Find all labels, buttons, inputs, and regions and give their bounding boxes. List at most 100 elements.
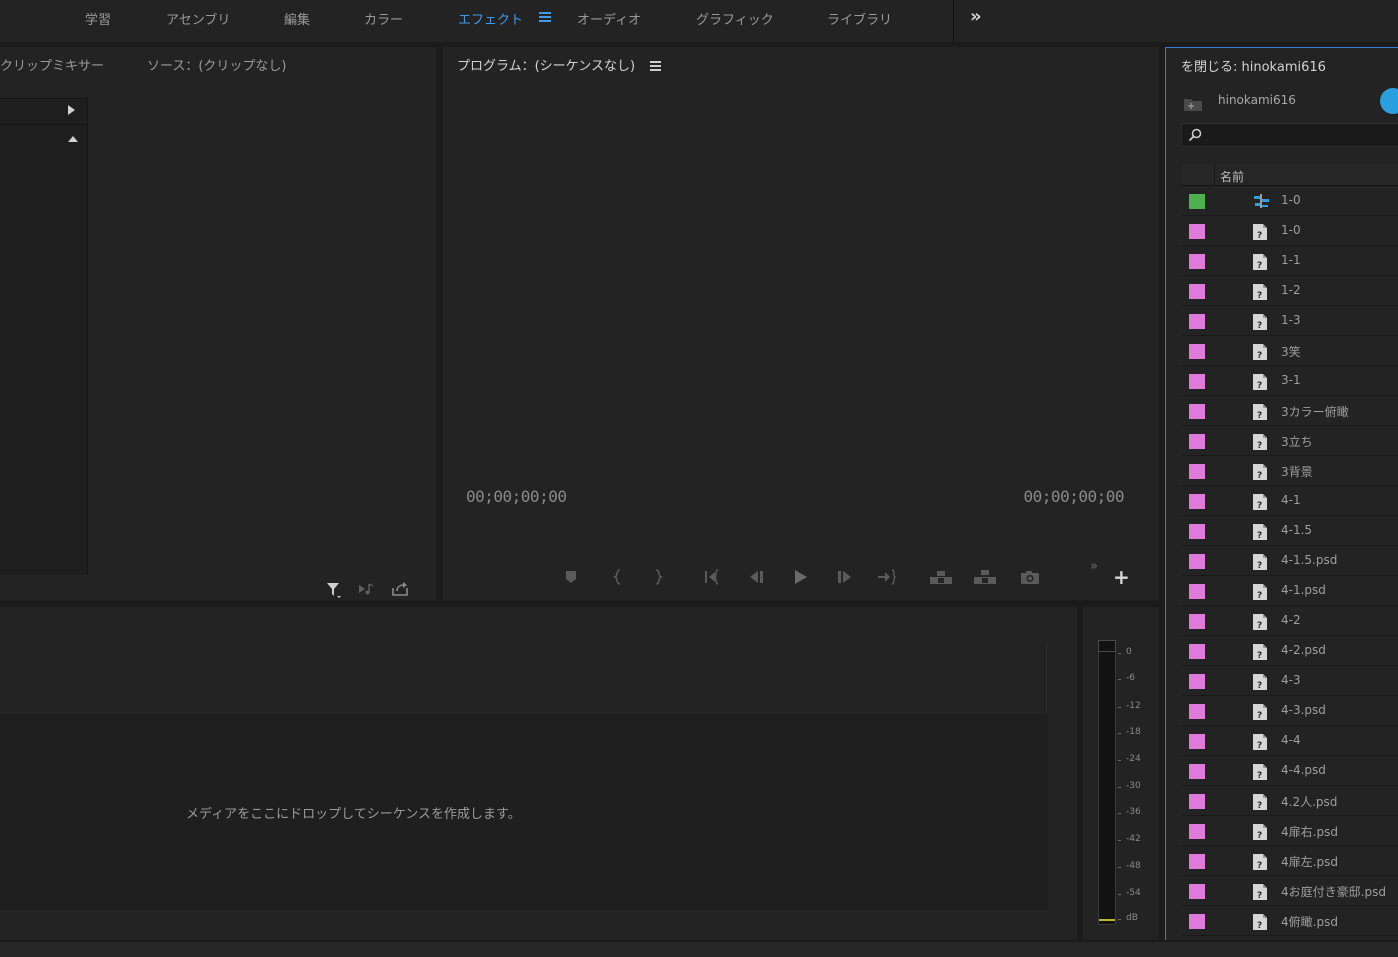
label-color-swatch[interactable]: [1189, 704, 1205, 719]
project-status-badge[interactable]: [1380, 88, 1398, 114]
svg-text:?: ?: [1257, 711, 1262, 721]
extract-icon[interactable]: [973, 568, 997, 586]
timeline-drop-area[interactable]: [0, 714, 1048, 910]
project-list-item[interactable]: ? 4-1.5.psd: [1181, 546, 1398, 576]
tab-project[interactable]: を閉じる: hinokami616: [1181, 56, 1326, 75]
workspace-tab-assembly[interactable]: アセンブリ: [166, 9, 230, 28]
project-search-input[interactable]: [1181, 123, 1398, 147]
collapse-up-icon[interactable]: [68, 136, 78, 142]
label-color-swatch[interactable]: [1189, 494, 1205, 509]
label-color-swatch[interactable]: [1189, 464, 1205, 479]
svg-text:?: ?: [1257, 741, 1262, 751]
label-color-swatch[interactable]: [1189, 554, 1205, 569]
label-color-swatch[interactable]: [1189, 914, 1205, 929]
project-item-name: 1-3: [1281, 313, 1301, 327]
label-color-swatch[interactable]: [1189, 614, 1205, 629]
playhead-timecode[interactable]: 00;00;00;00: [466, 487, 567, 506]
workspace-tab-libraries[interactable]: ライブラリ: [827, 9, 892, 28]
label-color-swatch[interactable]: [1189, 254, 1205, 269]
button-editor-add-icon[interactable]: +: [1113, 567, 1130, 587]
project-list-item[interactable]: ? 4-1.5: [1181, 516, 1398, 546]
project-list-item[interactable]: ? 4-1: [1181, 486, 1398, 516]
svg-text:?: ?: [1257, 681, 1262, 691]
label-color-swatch[interactable]: [1189, 374, 1205, 389]
program-menu-icon[interactable]: [650, 61, 661, 71]
project-list-item[interactable]: ? 3カラー俯瞰: [1181, 396, 1398, 426]
button-editor-overflow-icon[interactable]: »: [1090, 559, 1098, 574]
label-color-swatch[interactable]: [1189, 344, 1205, 359]
step-forward-icon[interactable]: [836, 568, 854, 586]
workspace-overflow-button[interactable]: »: [970, 6, 982, 27]
workspace-tab-editing[interactable]: 編集: [284, 9, 310, 28]
mark-out-icon[interactable]: [652, 568, 664, 586]
label-color-swatch[interactable]: [1189, 644, 1205, 659]
mark-in-icon[interactable]: [612, 568, 624, 586]
label-color-swatch[interactable]: [1189, 854, 1205, 869]
workspace-tab-audio[interactable]: オーディオ: [577, 9, 641, 28]
project-list-item[interactable]: ? 4-4: [1181, 726, 1398, 756]
label-color-swatch[interactable]: [1189, 884, 1205, 899]
tab-source[interactable]: ソース：(クリップなし): [147, 55, 287, 74]
label-color-swatch[interactable]: [1189, 194, 1205, 209]
export-frame-camera-icon[interactable]: [1020, 568, 1040, 586]
project-list-item[interactable]: ? 3立ち: [1181, 426, 1398, 456]
workspace-tab-color[interactable]: カラー: [364, 9, 403, 28]
project-list-item[interactable]: ? 1-3: [1181, 306, 1398, 336]
project-list-item[interactable]: 1-0: [1181, 186, 1398, 216]
expand-right-icon[interactable]: [68, 105, 75, 115]
project-list-item[interactable]: ? 1-0: [1181, 216, 1398, 246]
project-list-item[interactable]: ? 4-2.psd: [1181, 636, 1398, 666]
column-header-name[interactable]: 名前: [1220, 168, 1244, 185]
label-color-swatch[interactable]: [1189, 794, 1205, 809]
project-folder-icon[interactable]: [1183, 98, 1203, 116]
project-list-item[interactable]: ? 1-2: [1181, 276, 1398, 306]
project-list-item[interactable]: ? 4俯瞰.psd: [1181, 906, 1398, 936]
label-color-swatch[interactable]: [1189, 734, 1205, 749]
project-list-item[interactable]: ? 4お庭付き豪邸.psd: [1181, 876, 1398, 906]
audio-meter-clip-indicator[interactable]: [1098, 640, 1116, 652]
workspace-tab-learn[interactable]: 学習: [85, 9, 111, 28]
project-list-item[interactable]: ? 1-1: [1181, 246, 1398, 276]
step-back-icon[interactable]: [747, 568, 765, 586]
insert-audio-icon[interactable]: [358, 581, 376, 597]
project-list-item[interactable]: ? 4-2: [1181, 606, 1398, 636]
workspace-tab-effects[interactable]: エフェクト: [458, 9, 523, 28]
workspace-menu-icon[interactable]: [539, 12, 551, 24]
project-list-item[interactable]: ? 4.2人.psd: [1181, 786, 1398, 816]
label-color-swatch[interactable]: [1189, 824, 1205, 839]
tab-program[interactable]: プログラム：(シーケンスなし): [457, 55, 635, 74]
svg-text:?: ?: [1257, 831, 1262, 841]
go-to-out-icon[interactable]: [877, 568, 897, 586]
project-list-item[interactable]: ? 4-1.psd: [1181, 576, 1398, 606]
filter-icon[interactable]: [325, 581, 343, 598]
workspace-tab-graphics[interactable]: グラフィック: [696, 9, 774, 28]
project-list-item[interactable]: ? 4扉右.psd: [1181, 816, 1398, 846]
lift-icon[interactable]: [929, 568, 953, 586]
play-icon[interactable]: [791, 568, 809, 586]
svg-text:?: ?: [1257, 471, 1262, 481]
label-color-swatch[interactable]: [1189, 314, 1205, 329]
project-list-item[interactable]: ? 4-3.psd: [1181, 696, 1398, 726]
export-frame-icon[interactable]: [391, 581, 409, 597]
label-color-swatch[interactable]: [1189, 284, 1205, 299]
project-list-item[interactable]: ? 3-1: [1181, 366, 1398, 396]
project-item-name: 1-0: [1281, 223, 1301, 237]
label-color-swatch[interactable]: [1189, 764, 1205, 779]
label-color-swatch[interactable]: [1189, 224, 1205, 239]
label-color-swatch[interactable]: [1189, 524, 1205, 539]
add-marker-icon[interactable]: [564, 568, 578, 586]
go-to-in-icon[interactable]: [704, 568, 724, 586]
project-list-item[interactable]: ? 3背景: [1181, 456, 1398, 486]
project-item-name: 3立ち: [1281, 435, 1313, 449]
label-color-swatch[interactable]: [1189, 434, 1205, 449]
label-color-swatch[interactable]: [1189, 584, 1205, 599]
offline-file-icon: ?: [1252, 553, 1268, 575]
project-list-item[interactable]: ? 4-3: [1181, 666, 1398, 696]
project-list-item[interactable]: ? 4扉左.psd: [1181, 846, 1398, 876]
project-item-name: 4-4.psd: [1281, 763, 1326, 777]
label-color-swatch[interactable]: [1189, 404, 1205, 419]
tab-clip-mixer[interactable]: クリップミキサー: [0, 55, 104, 74]
project-list-item[interactable]: ? 4-4.psd: [1181, 756, 1398, 786]
label-color-swatch[interactable]: [1189, 674, 1205, 689]
project-list-item[interactable]: ? 3笑: [1181, 336, 1398, 366]
